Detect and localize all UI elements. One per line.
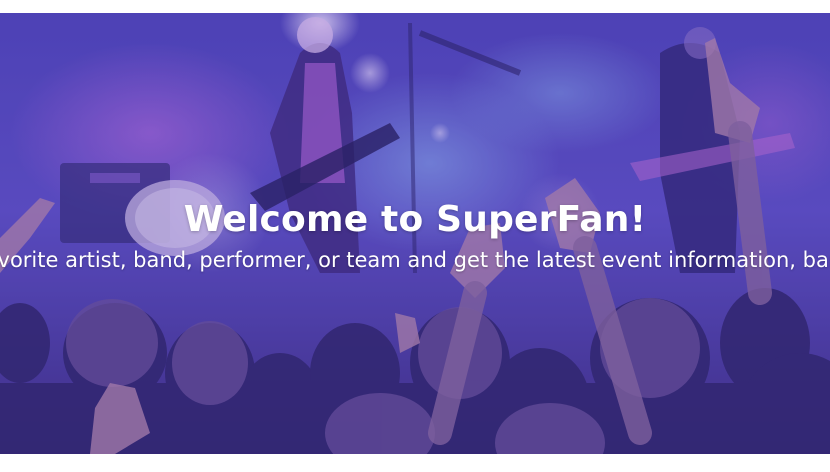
hero-title: Welcome to SuperFan! [183, 199, 647, 240]
hero-subtitle: Favorite artist, band, performer, or tea… [0, 248, 830, 272]
hero-text-block: Welcome to SuperFan! Favorite artist, ba… [0, 199, 830, 279]
hero-subtitle-container: Favorite artist, band, performer, or tea… [0, 245, 830, 279]
hero-banner: Welcome to SuperFan! Favorite artist, ba… [0, 13, 830, 454]
page: Welcome to SuperFan! Favorite artist, ba… [0, 0, 830, 472]
